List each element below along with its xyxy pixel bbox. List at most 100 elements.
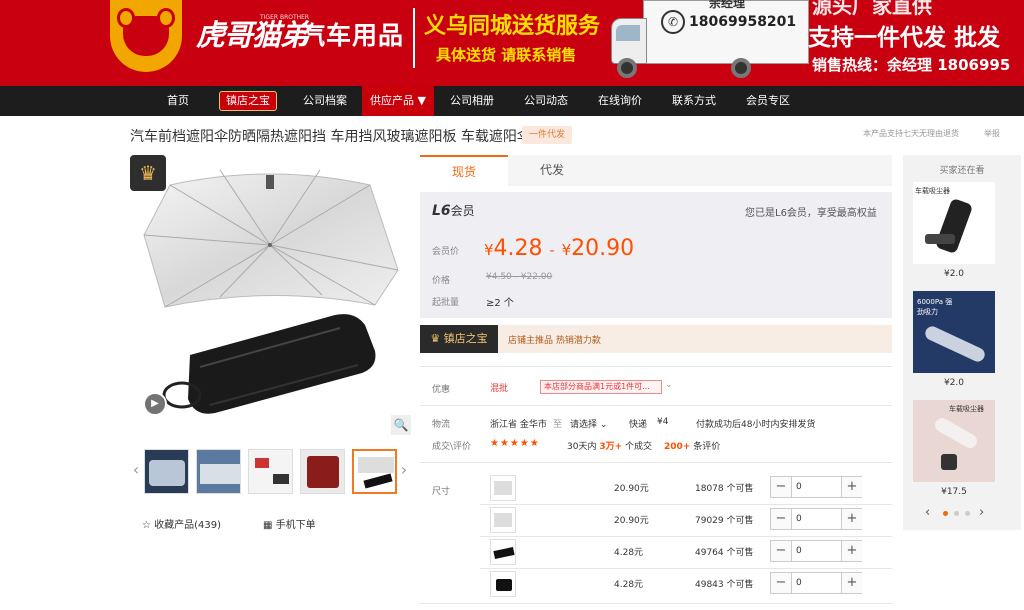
report-link[interactable]: 举报 xyxy=(984,128,1000,139)
moq-value: ≥2 个 xyxy=(486,298,514,309)
deals-count: 3万+ xyxy=(599,442,623,452)
hotline: 销售热线：余经理 1806995 xyxy=(812,56,1011,74)
thumbnail[interactable] xyxy=(144,449,189,494)
thumbnail[interactable] xyxy=(196,449,241,494)
plus-button[interactable]: + xyxy=(842,509,862,529)
minus-button[interactable]: − xyxy=(771,573,791,593)
crown-icon: ♛ xyxy=(430,332,444,345)
header-banner: 虎哥猫弟 TIGER BROTHER 汽车用品 义乌同城送货服务 具体送货 请联… xyxy=(0,0,1024,86)
rail-price: ¥17.5 xyxy=(941,487,967,497)
price-dash: - xyxy=(549,243,555,259)
rail-caption: 6000Pa 强劲吸力 xyxy=(917,298,953,316)
sku-thumbnail[interactable] xyxy=(490,507,516,533)
favorite-label: 收藏产品(439) xyxy=(154,520,222,531)
quantity-input[interactable]: 0 xyxy=(791,477,842,497)
purchase-tabs: 现货 代发 xyxy=(420,155,892,186)
plus-button[interactable]: + xyxy=(842,573,862,593)
quantity-stepper: − 0 + xyxy=(770,476,862,498)
divider xyxy=(420,405,892,406)
price-high: 20.90 xyxy=(571,236,635,261)
reviews-label: 成交\评价 xyxy=(432,442,472,452)
rail-caption: 车载吸尘器 xyxy=(949,405,984,413)
sku-stock: 49764 个可售 xyxy=(695,548,754,558)
product-title: 汽车前档遮阳伞防晒隔热遮阳挡 车用挡风玻璃遮阳板 车载遮阳伞 xyxy=(130,129,531,145)
pager-dot[interactable] xyxy=(954,511,959,516)
slogan-top: 源头厂家直供 xyxy=(812,0,932,18)
minus-button[interactable]: − xyxy=(771,477,791,497)
ship-destination-select[interactable]: 请选择 ⌄ xyxy=(570,417,607,430)
main-product-image[interactable] xyxy=(130,155,412,437)
rail-product-card[interactable]: 6000Pa 强劲吸力 xyxy=(913,291,995,373)
divider xyxy=(420,603,892,604)
sku-stock: 18078 个可售 xyxy=(695,484,754,494)
currency-symbol: ¥ xyxy=(561,241,572,259)
crown-icon: ♛ xyxy=(130,155,166,191)
original-price: ¥4.50 - ¥22.00 xyxy=(486,272,553,282)
nav-home[interactable]: 首页 xyxy=(158,86,198,116)
rail-next-icon[interactable]: › xyxy=(979,505,984,520)
nav-products[interactable]: 供应产品 ▼ xyxy=(362,86,434,116)
sku-thumbnail[interactable] xyxy=(490,539,516,565)
sku-price: 20.90元 xyxy=(614,516,649,526)
sku-thumbnail[interactable] xyxy=(490,475,516,501)
thumbnail[interactable] xyxy=(300,449,345,494)
thumbnail-selected[interactable] xyxy=(352,449,397,494)
sku-row: 20.90元 79029 个可售 − 0 + xyxy=(480,504,892,536)
star-outline-icon: ☆ xyxy=(142,520,155,531)
favorite-link[interactable]: ☆ 收藏产品(439) xyxy=(142,516,221,531)
plus-button[interactable]: + xyxy=(842,477,862,497)
nav-news[interactable]: 公司动态 xyxy=(514,86,578,116)
mobile-order-link[interactable]: ▦ 手机下单 xyxy=(263,516,316,531)
thumbnail[interactable] xyxy=(248,449,293,494)
nav-member[interactable]: 会员专区 xyxy=(736,86,800,116)
pager-dot-active[interactable] xyxy=(943,511,948,516)
rail-price: ¥2.0 xyxy=(943,378,965,388)
review-suffix: 条评价 xyxy=(693,442,721,452)
minus-button[interactable]: − xyxy=(771,541,791,561)
rail-product-card[interactable]: 车载吸尘器 xyxy=(913,182,995,264)
divider xyxy=(420,462,892,463)
tab-in-stock[interactable]: 现货 xyxy=(420,155,508,186)
thumb-next-icon[interactable]: › xyxy=(398,458,410,482)
sku-thumbnail[interactable] xyxy=(490,571,516,597)
ship-method: 快递 xyxy=(629,420,648,430)
pager-dot[interactable] xyxy=(965,511,970,516)
truck-contact-name: 余经理 xyxy=(709,0,746,10)
banner-divider xyxy=(413,8,415,68)
sku-row: 20.90元 18078 个可售 − 0 + xyxy=(480,472,892,504)
deals-suffix: 个成交 xyxy=(625,442,653,452)
nav-store-treasure[interactable]: 镇店之宝 xyxy=(219,91,277,111)
nav-album[interactable]: 公司相册 xyxy=(440,86,504,116)
nav-company-profile[interactable]: 公司档案 xyxy=(290,86,360,116)
sku-price: 4.28元 xyxy=(614,548,644,558)
brand-logo[interactable] xyxy=(110,0,182,72)
ship-destination: 请选择 xyxy=(570,420,598,430)
play-icon[interactable]: ▶ xyxy=(143,392,167,416)
promo-box[interactable]: 本店部分商品满1元或1件可... xyxy=(540,380,662,394)
quantity-input[interactable]: 0 xyxy=(791,541,842,561)
rating-stars-icon: ★★★★★ xyxy=(490,438,540,449)
quantity-input[interactable]: 0 xyxy=(791,509,842,529)
tab-dropship[interactable]: 代发 xyxy=(508,155,596,186)
mixed-batch-tag: 混批 xyxy=(490,384,509,394)
rail-product-card[interactable]: 车载吸尘器 xyxy=(913,400,995,482)
zoom-icon[interactable]: 🔍 xyxy=(391,415,411,435)
quantity-input[interactable]: 0 xyxy=(791,573,842,593)
store-strip-text: 店铺主推品 热销潜力款 xyxy=(508,336,601,346)
chevron-down-icon[interactable]: ⌄ xyxy=(665,380,673,390)
nav-contact[interactable]: 联系方式 xyxy=(662,86,726,116)
rail-prev-icon[interactable]: ‹ xyxy=(925,505,930,520)
member-level-suffix: 会员 xyxy=(450,204,475,218)
phone-icon: ✆ xyxy=(661,10,685,34)
minus-button[interactable]: − xyxy=(771,509,791,529)
plus-button[interactable]: + xyxy=(842,541,862,561)
qr-code-icon: ▦ xyxy=(263,520,276,531)
deals-summary: 30天内 3万+ 个成交 xyxy=(567,439,652,452)
reviews-link[interactable]: 200+ 条评价 xyxy=(664,439,720,452)
sku-row: 4.28元 49843 个可售 − 0 + xyxy=(480,568,892,600)
nav-inquiry[interactable]: 在线询价 xyxy=(588,86,652,116)
sku-stock: 49843 个可售 xyxy=(695,580,754,590)
size-label: 尺寸 xyxy=(432,487,451,497)
thumb-prev-icon[interactable]: ‹ xyxy=(130,458,142,482)
logistics-label: 物流 xyxy=(432,420,451,430)
